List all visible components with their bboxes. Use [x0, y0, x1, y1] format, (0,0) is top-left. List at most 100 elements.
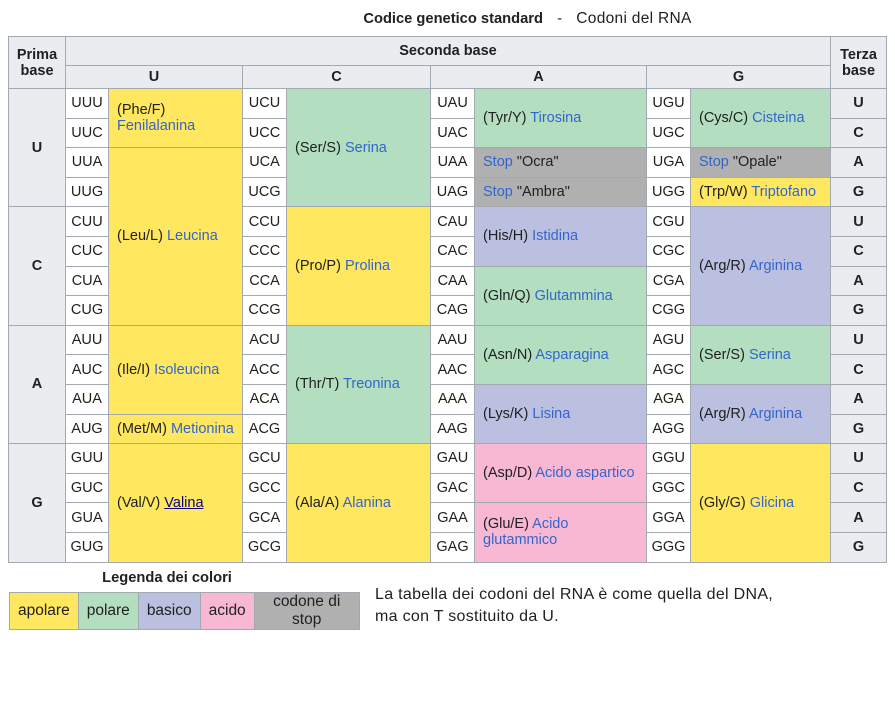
amino-link-arginina-2[interactable]: Arginina — [749, 406, 802, 422]
codon-CCG: CCG — [243, 296, 287, 326]
codon-ACA: ACA — [243, 384, 287, 414]
terza-base-G1: G — [831, 177, 887, 207]
amino-prefix-his: (His/H) — [483, 228, 528, 244]
amino-link-cisteina[interactable]: Cisteina — [752, 110, 804, 126]
codon-UCU: UCU — [243, 89, 287, 119]
codon-GCC: GCC — [243, 473, 287, 503]
caption-line-1: La tabella dei codoni del RNA è come que… — [375, 584, 773, 606]
codon-GAA: GAA — [431, 503, 475, 533]
codon-GGU: GGU — [647, 444, 691, 474]
header-second-C: C — [243, 66, 431, 89]
amino-gly: (Gly/G) Glicina — [691, 444, 831, 562]
codon-GUU: GUU — [66, 444, 109, 474]
amino-link-acido-aspartico[interactable]: Acido aspartico — [535, 465, 634, 481]
color-legend: apolare polare basico acido codone di st… — [9, 592, 360, 630]
header-second-U: U — [66, 66, 243, 89]
amino-prefix-asp: (Asp/D) — [483, 465, 532, 481]
terza-base-G2: G — [831, 296, 887, 326]
amino-link-fenilalanina[interactable]: Fenilalanina — [117, 118, 195, 134]
amino-tyr: (Tyr/Y) Tirosina — [475, 89, 647, 148]
codon-UAG: UAG — [431, 177, 475, 207]
amino-link-prolina[interactable]: Prolina — [345, 258, 390, 274]
codon-CGA: CGA — [647, 266, 691, 296]
amino-ala: (Ala/A) Alanina — [287, 444, 431, 562]
codon-GGC: GGC — [647, 473, 691, 503]
codon-CAC: CAC — [431, 236, 475, 266]
codon-GCG: GCG — [243, 532, 287, 562]
codon-UAC: UAC — [431, 118, 475, 148]
codon-AUC: AUC — [66, 355, 109, 385]
amino-prefix-gln: (Gln/Q) — [483, 288, 531, 304]
codon-CUC: CUC — [66, 236, 109, 266]
codon-ACC: ACC — [243, 355, 287, 385]
header-terza-base: Terza base — [831, 37, 887, 89]
amino-link-arginina-1[interactable]: Arginina — [749, 258, 802, 274]
amino-link-istidina[interactable]: Istidina — [532, 228, 578, 244]
stop-label-opale: "Opale" — [733, 154, 782, 170]
terza-base-C1: C — [831, 118, 887, 148]
codon-UUA: UUA — [66, 148, 109, 178]
amino-prefix-glu: (Glu/E) — [483, 516, 529, 532]
codon-CAU: CAU — [431, 207, 475, 237]
amino-prefix-arg1: (Arg/R) — [699, 258, 746, 274]
codon-CGC: CGC — [647, 236, 691, 266]
codon-CAA: CAA — [431, 266, 475, 296]
amino-link-alanina[interactable]: Alanina — [343, 495, 391, 511]
amino-ile: (Ile/I) Isoleucina — [109, 325, 243, 414]
terza-base-C4: C — [831, 473, 887, 503]
amino-cys: (Cys/C) Cisteina — [691, 89, 831, 148]
caption: La tabella dei codoni del RNA è come que… — [375, 584, 773, 628]
header-second-A: A — [431, 66, 647, 89]
terza-base-U2: U — [831, 207, 887, 237]
stop-link-ambra[interactable]: Stop — [483, 184, 513, 200]
codon-GGA: GGA — [647, 503, 691, 533]
amino-link-tirosina[interactable]: Tirosina — [530, 110, 581, 126]
codon-ACG: ACG — [243, 414, 287, 444]
amino-link-glutammina[interactable]: Glutammina — [535, 288, 613, 304]
amino-gln: (Gln/Q) Glutammina — [475, 266, 647, 325]
codon-UGU: UGU — [647, 89, 691, 119]
amino-link-serina-2[interactable]: Serina — [749, 347, 791, 363]
codon-CUG: CUG — [66, 296, 109, 326]
stop-link-ocra[interactable]: Stop — [483, 154, 513, 170]
codon-UAU: UAU — [431, 89, 475, 119]
legend-item-basico: basico — [138, 593, 200, 630]
codon-UUC: UUC — [66, 118, 109, 148]
amino-link-metionina[interactable]: Metionina — [171, 421, 234, 437]
amino-link-glicina[interactable]: Glicina — [750, 495, 794, 511]
terza-base-U3: U — [831, 325, 887, 355]
amino-link-triptofano[interactable]: Triptofano — [751, 184, 816, 200]
codon-CCC: CCC — [243, 236, 287, 266]
amino-prefix-ser2: (Ser/S) — [699, 347, 745, 363]
codon-AUU: AUU — [66, 325, 109, 355]
amino-link-treonina[interactable]: Treonina — [343, 376, 400, 392]
amino-prefix-ser1: (Ser/S) — [295, 140, 341, 156]
codon-UCC: UCC — [243, 118, 287, 148]
amino-link-serina-1[interactable]: Serina — [345, 140, 387, 156]
amino-leu: (Leu/L) Leucina — [109, 148, 243, 326]
title-subtitle: Codoni del RNA — [576, 10, 691, 27]
legend-item-acido: acido — [200, 593, 254, 630]
codon-UUU: UUU — [66, 89, 109, 119]
amino-link-isoleucina[interactable]: Isoleucina — [154, 362, 219, 378]
amino-link-lisina[interactable]: Lisina — [532, 406, 570, 422]
header-seconda-base: Seconda base — [66, 37, 831, 66]
amino-link-asparagina[interactable]: Asparagina — [535, 347, 608, 363]
codon-AGC: AGC — [647, 355, 691, 385]
codon-CCA: CCA — [243, 266, 287, 296]
header-second-G: G — [647, 66, 831, 89]
codon-GCU: GCU — [243, 444, 287, 474]
page-title: Codice genetico standard - Codoni del RN… — [0, 10, 895, 28]
amino-link-valina[interactable]: Valina — [164, 495, 203, 511]
codon-AUG: AUG — [66, 414, 109, 444]
amino-glu: (Glu/E) Acido glutammico — [475, 503, 647, 562]
amino-thr: (Thr/T) Treonina — [287, 325, 431, 443]
stop-link-opale[interactable]: Stop — [699, 154, 729, 170]
codon-CAG: CAG — [431, 296, 475, 326]
amino-met: (Met/M) Metionina — [109, 414, 243, 444]
amino-asn: (Asn/N) Asparagina — [475, 325, 647, 384]
amino-prefix-ala: (Ala/A) — [295, 495, 339, 511]
amino-asp: (Asp/D) Acido aspartico — [475, 444, 647, 503]
amino-link-leucina[interactable]: Leucina — [167, 228, 218, 244]
amino-prefix-asn: (Asn/N) — [483, 347, 532, 363]
